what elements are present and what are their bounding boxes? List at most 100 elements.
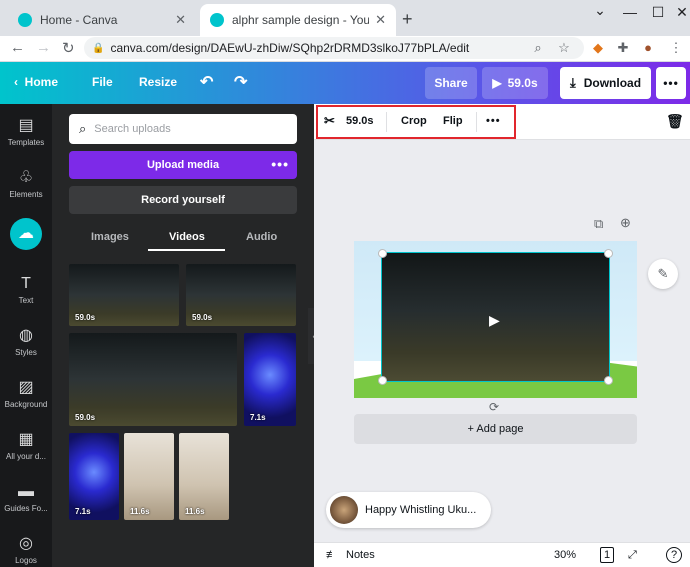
metamask-extension-icon[interactable]: ◆ [590, 40, 606, 56]
url-input[interactable]: 🔒 canva.com/design/DAEwU-zhDiw/SQhp2rDRM… [84, 37, 584, 59]
rail-item-all-designs[interactable]: ▦ All your d... [0, 430, 52, 461]
tab-videos[interactable]: Videos [169, 231, 205, 243]
close-tab-icon[interactable]: ✕ [375, 12, 386, 28]
home-label: Home [24, 75, 59, 89]
upload-media-label: Upload media [146, 159, 220, 171]
rail-item-uploads[interactable]: ☁ [0, 218, 52, 250]
notes-button[interactable]: Notes [346, 549, 375, 561]
rail-item-logos[interactable]: ◎ Logos [0, 534, 52, 565]
close-tab-icon[interactable]: ✕ [175, 12, 186, 28]
page-count[interactable]: 1 [600, 547, 614, 563]
browser-tab-home[interactable]: Home - Canva ✕ [8, 4, 196, 36]
search-uploads-input[interactable]: ⌕ Search uploads [69, 114, 297, 144]
duplicate-page-icon[interactable]: ⧉ [594, 216, 603, 232]
help-icon[interactable]: ? [666, 547, 682, 563]
active-tab-indicator [148, 249, 225, 251]
rail-label: All your d... [5, 452, 46, 461]
audio-title: Happy Whistling Uku... [365, 504, 477, 516]
tab-title: alphr sample design - YouTube T [232, 13, 370, 27]
play-icon: ▶ [492, 76, 502, 90]
video-duration: 7.1s [250, 413, 266, 422]
new-tab-icon[interactable]: + [402, 9, 413, 30]
video-thumbnail[interactable]: 11.6s [179, 433, 229, 520]
browser-menu-icon[interactable]: ⋮ [668, 40, 684, 56]
play-duration: 59.0s [507, 76, 538, 90]
record-yourself-button[interactable]: Record yourself [69, 186, 297, 214]
bookmark-star-icon[interactable]: ☆ [556, 40, 572, 56]
reload-icon[interactable]: ↻ [62, 39, 75, 57]
grid-icon: ▦ [18, 431, 34, 448]
zoom-icon[interactable]: ⌕ [530, 40, 546, 56]
back-icon[interactable]: ← [10, 39, 25, 56]
play-button[interactable]: ▶ 59.0s [482, 67, 548, 99]
maximize-icon[interactable]: ☐ [648, 4, 668, 21]
minimize-icon[interactable]: — [620, 4, 640, 20]
rail-item-guides[interactable]: ▬ Guides Fo... [0, 482, 52, 513]
guides-icon: ▬ [18, 483, 34, 500]
editor-footer: ≢ Notes 30% 1 ⤢ ? [314, 542, 690, 567]
notes-icon[interactable]: ≢ [326, 549, 337, 561]
rotate-icon[interactable]: ⟳ [489, 400, 499, 414]
rail-item-styles[interactable]: ◍ Styles [0, 326, 52, 357]
video-thumbnail[interactable]: 7.1s [244, 333, 296, 426]
tab-search-icon[interactable]: ⌄ [590, 2, 610, 19]
rail-item-text[interactable]: T Text [0, 274, 52, 305]
video-duration: 11.6s [185, 507, 205, 516]
upload-media-button[interactable]: Upload media ••• [69, 151, 297, 179]
more-options-button[interactable]: ••• [656, 67, 686, 99]
context-toolbar: ✂ 59.0s Crop Flip ••• 🗑 [314, 104, 690, 140]
video-thumbnail[interactable]: 59.0s [186, 264, 296, 326]
add-page-icon[interactable]: ⊕ [620, 215, 631, 231]
zoom-level[interactable]: 30% [554, 549, 576, 561]
file-menu[interactable]: File [92, 75, 113, 89]
download-button[interactable]: ⤓ Download [560, 67, 651, 99]
video-thumbnail[interactable]: 59.0s [69, 264, 179, 326]
comment-icon[interactable]: ✎ [648, 259, 678, 289]
lock-icon: 🔒 [92, 42, 105, 54]
home-link[interactable]: ‹ Home [14, 75, 58, 89]
share-button[interactable]: Share [425, 67, 477, 99]
canva-header: ‹ Home File Resize ↶ ↷ Share ▶ 59.0s ⤓ D… [0, 62, 690, 104]
address-bar-row: ← → ↻ 🔒 canva.com/design/DAEwU-zhDiw/SQh… [0, 36, 690, 62]
tab-images[interactable]: Images [91, 231, 129, 243]
resize-handle[interactable] [604, 249, 613, 258]
add-page-button[interactable]: + Add page [354, 414, 637, 444]
templates-icon: ▤ [18, 117, 34, 134]
left-rail: ▤ Templates ♧ Elements ☁ T Text ◍ Styles… [0, 104, 52, 567]
upload-more-icon[interactable]: ••• [271, 156, 289, 172]
rail-item-templates[interactable]: ▤ Templates [0, 116, 52, 147]
canva-favicon [210, 13, 224, 27]
video-duration: 59.0s [192, 313, 213, 322]
resize-handle[interactable] [604, 376, 613, 385]
resize-handle[interactable] [378, 249, 387, 258]
video-play-icon[interactable]: ▶ [489, 312, 500, 329]
profile-avatar-icon[interactable]: ● [640, 40, 656, 56]
rail-label: Background [4, 400, 48, 409]
resize-handle[interactable] [378, 376, 387, 385]
rail-item-elements[interactable]: ♧ Elements [0, 168, 52, 199]
download-label: Download [583, 76, 642, 90]
upload-cloud-icon: ☁ [10, 218, 42, 250]
video-duration: 7.1s [75, 507, 91, 516]
audio-track-pill[interactable]: Happy Whistling Uku... [326, 492, 491, 528]
browser-tab-design[interactable]: alphr sample design - YouTube T ✕ [200, 4, 396, 36]
video-thumbnail[interactable]: 7.1s [69, 433, 119, 520]
rail-label: Elements [9, 190, 43, 199]
extensions-puzzle-icon[interactable]: ✚ [615, 40, 631, 56]
resize-menu[interactable]: Resize [139, 75, 177, 89]
video-duration: 11.6s [130, 507, 150, 516]
video-thumbnail[interactable]: 59.0s [69, 333, 237, 426]
close-window-icon[interactable]: ✕ [672, 4, 690, 21]
undo-icon[interactable]: ↶ [200, 72, 213, 92]
audio-thumbnail [330, 496, 358, 524]
forward-icon[interactable]: → [36, 39, 51, 56]
redo-icon[interactable]: ↷ [234, 72, 247, 92]
tab-audio[interactable]: Audio [246, 231, 277, 243]
trash-icon[interactable]: 🗑 [666, 113, 684, 130]
fullscreen-icon[interactable]: ⤢ [628, 549, 637, 562]
video-thumbnail[interactable]: 11.6s [124, 433, 174, 520]
background-icon: ▨ [18, 379, 34, 396]
rail-label: Logos [15, 556, 37, 565]
rail-item-background[interactable]: ▨ Background [0, 378, 52, 409]
canva-favicon [18, 13, 32, 27]
